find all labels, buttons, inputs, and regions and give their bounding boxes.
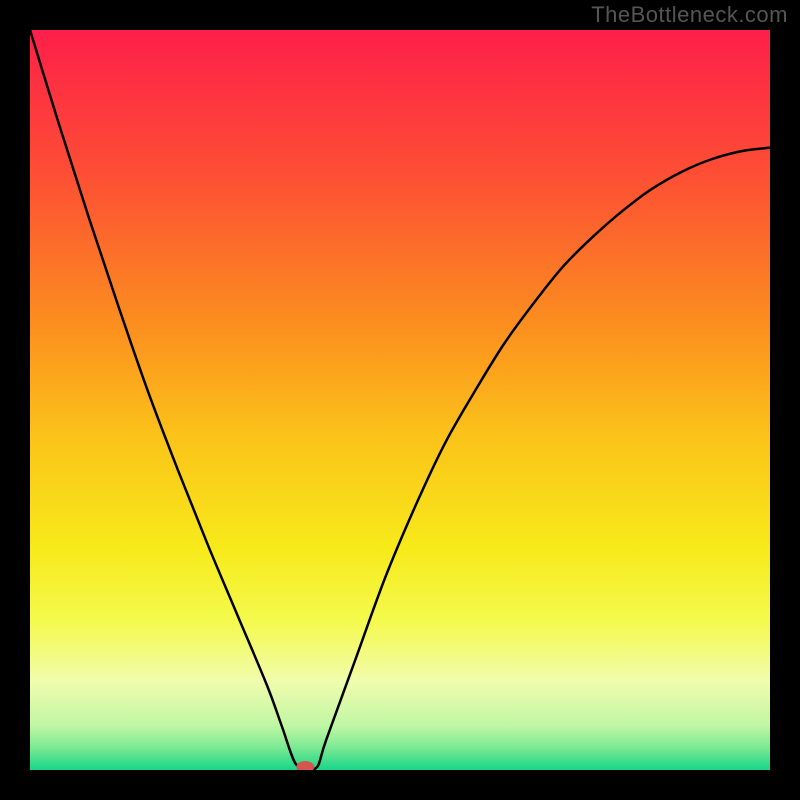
chart-frame: TheBottleneck.com [0,0,800,800]
gradient-background [30,30,770,770]
plot-area [30,30,770,770]
watermark-label: TheBottleneck.com [591,2,788,28]
bottleneck-chart [30,30,770,770]
